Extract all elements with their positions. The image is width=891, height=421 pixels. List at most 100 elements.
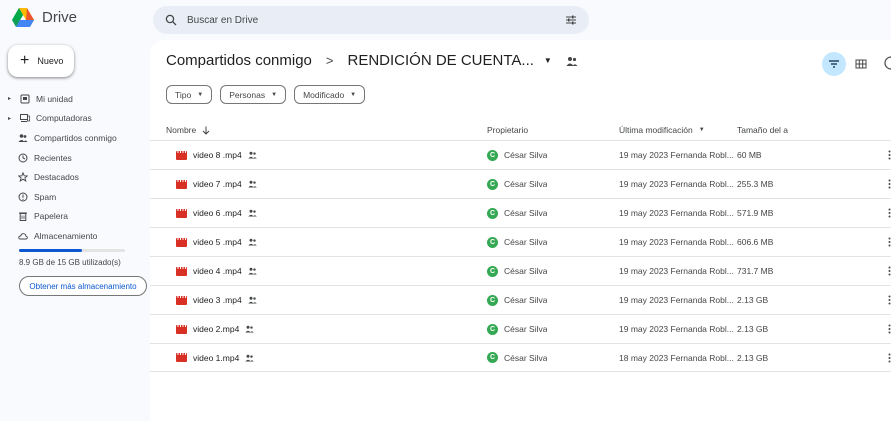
video-file-icon	[176, 295, 187, 305]
search-input[interactable]	[187, 14, 565, 26]
table-row[interactable]: video 6 .mp4 C César Silva 19 may 2023 F…	[150, 198, 891, 227]
cloud-icon	[18, 233, 28, 240]
video-file-icon	[176, 353, 187, 362]
new-button[interactable]: + Nuevo	[8, 45, 74, 77]
search-options-icon[interactable]	[565, 14, 577, 26]
column-header-size[interactable]: Tamaño del a	[737, 120, 788, 140]
trash-icon	[19, 212, 27, 222]
table-row[interactable]: video 4 .mp4 C César Silva 19 may 2023 F…	[150, 256, 891, 285]
owner-avatar: C	[487, 149, 498, 161]
modified-cell: 19 may 2023 Fernanda Robl...	[619, 179, 734, 189]
file-name-cell: video 3 .mp4	[176, 286, 257, 314]
chevron-down-icon: ▼	[350, 91, 357, 98]
file-name[interactable]: video 3 .mp4	[193, 295, 242, 305]
filter-chips: Tipo ▼ Personas ▼ Modificado ▼	[166, 85, 366, 104]
owner-cell: C César Silva	[487, 170, 547, 198]
storage-usage-text: 8.9 GB de 15 GB utilizado(s)	[19, 258, 121, 267]
owner-name: César Silva	[504, 324, 548, 334]
computer-icon	[20, 114, 30, 123]
owner-name: César Silva	[504, 237, 548, 247]
video-file-icon	[176, 150, 187, 160]
shared-icon	[247, 180, 257, 188]
info-icon[interactable]	[883, 56, 891, 70]
filter-chip-modificado[interactable]: Modificado ▼	[294, 85, 366, 104]
owner-name: César Silva	[504, 266, 548, 276]
sidebar-item-papelera[interactable]: Papelera	[0, 207, 150, 227]
table-header: Nombre Propietario Última modificación ▼…	[166, 120, 891, 140]
modified-cell: 19 may 2023 Fernanda Robl...	[619, 237, 734, 247]
table-row[interactable]: video 2.mp4 C César Silva 19 may 2023 Fe…	[150, 314, 891, 343]
modified-cell: 19 may 2023 Fernanda Robl...	[619, 266, 734, 276]
column-header-modified[interactable]: Última modificación ▼	[619, 120, 705, 140]
size-cell: 606.6 MB	[737, 237, 774, 247]
sidebar-item-mi-unidad[interactable]: ▸ Mi unidad	[0, 89, 150, 109]
clock-icon	[18, 153, 28, 163]
breadcrumb: Compartidos conmigo > RENDICIÓN DE CUENT…	[166, 52, 578, 69]
owner-avatar: C	[487, 323, 498, 335]
modified-cell: 19 may 2023 Fernanda Robl...	[619, 208, 734, 218]
table-row[interactable]: video 3 .mp4 C César Silva 19 may 2023 F…	[150, 285, 891, 314]
list-view-button[interactable]	[822, 52, 846, 76]
breadcrumb-current[interactable]: RENDICIÓN DE CUENTA...	[348, 52, 534, 69]
owner-cell: C César Silva	[487, 228, 547, 256]
owner-cell: C César Silva	[487, 141, 547, 169]
owner-cell: C César Silva	[487, 286, 547, 314]
size-cell: 2.13 GB	[737, 295, 769, 305]
app-name: Drive	[42, 9, 78, 26]
caret-down-icon[interactable]: ▼	[699, 127, 705, 133]
shared-icon	[247, 151, 257, 159]
file-name[interactable]: video 4 .mp4	[193, 266, 242, 276]
sidebar-item-spam[interactable]: Spam	[0, 187, 150, 207]
video-file-icon	[176, 324, 187, 334]
sort-arrow-down-icon[interactable]	[202, 126, 210, 135]
drive-logo-icon	[12, 8, 34, 27]
new-button-label: Nuevo	[37, 56, 64, 66]
filter-list-icon	[829, 60, 839, 68]
column-header-name[interactable]: Nombre	[166, 120, 210, 140]
table-row[interactable]: video 8 .mp4 C César Silva 19 may 2023 F…	[150, 140, 891, 169]
search-bar[interactable]	[153, 6, 589, 34]
owner-avatar: C	[487, 236, 498, 248]
expand-arrow-icon[interactable]: ▸	[8, 95, 14, 102]
breadcrumb-separator: >	[325, 53, 334, 68]
shared-folder-icon[interactable]	[566, 55, 578, 67]
filter-chip-personas[interactable]: Personas ▼	[220, 85, 287, 104]
owner-avatar: C	[487, 352, 498, 363]
column-header-owner[interactable]: Propietario	[487, 120, 528, 140]
file-name-cell: video 5 .mp4	[176, 228, 257, 256]
sidebar-item-compartidos[interactable]: Compartidos conmigo	[0, 128, 150, 148]
storage-progress-fill	[19, 249, 82, 252]
size-cell: 731.7 MB	[737, 266, 774, 276]
folder-menu-caret-icon[interactable]: ▼	[544, 56, 552, 65]
file-name[interactable]: video 6 .mp4	[193, 208, 242, 218]
owner-avatar: C	[487, 294, 498, 306]
owner-avatar: C	[487, 207, 498, 219]
drive-icon	[20, 94, 30, 104]
sidebar-item-recientes[interactable]: Recientes	[0, 148, 150, 168]
file-list: video 8 .mp4 C César Silva 19 may 2023 F…	[150, 140, 891, 372]
table-row[interactable]: video 5 .mp4 C César Silva 19 may 2023 F…	[150, 227, 891, 256]
breadcrumb-parent[interactable]: Compartidos conmigo	[166, 52, 312, 69]
people-icon	[18, 134, 28, 142]
expand-arrow-icon[interactable]: ▸	[8, 115, 14, 122]
search-icon[interactable]	[165, 14, 177, 26]
sidebar-item-almacenamiento[interactable]: Almacenamiento	[0, 226, 150, 246]
file-name[interactable]: video 7 .mp4	[193, 179, 242, 189]
get-more-storage-button[interactable]: Obtener más almacenamiento	[19, 276, 147, 296]
drive-logo[interactable]: Drive	[12, 8, 77, 27]
grid-view-icon[interactable]	[855, 58, 867, 70]
file-name[interactable]: video 8 .mp4	[193, 150, 242, 160]
filter-chip-tipo[interactable]: Tipo ▼	[166, 85, 213, 104]
shared-icon	[245, 325, 255, 333]
sidebar-item-computadoras[interactable]: ▸ Computadoras	[0, 109, 150, 129]
shared-icon	[247, 238, 257, 246]
size-cell: 60 MB	[737, 150, 762, 160]
file-name[interactable]: video 2.mp4	[193, 324, 239, 334]
table-row[interactable]: video 7 .mp4 C César Silva 19 may 2023 F…	[150, 169, 891, 198]
shared-icon	[245, 354, 255, 361]
file-name[interactable]: video 1.mp4	[193, 353, 239, 363]
table-row[interactable]: video 1.mp4 C César Silva 18 may 2023 Fe…	[150, 343, 891, 372]
sidebar-item-destacados[interactable]: Destacados	[0, 167, 150, 187]
video-file-icon	[176, 179, 187, 189]
file-name[interactable]: video 5 .mp4	[193, 237, 242, 247]
